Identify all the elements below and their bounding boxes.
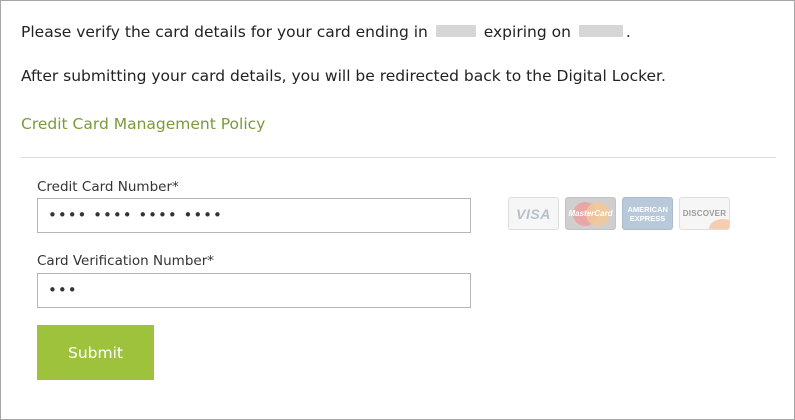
card-number-input[interactable]: •••• •••• •••• •••• bbox=[37, 198, 471, 233]
accepted-cards: VISA MasterCard AMERICAN EXPRESS DISCOVE… bbox=[508, 197, 730, 230]
visa-logo-text: VISA bbox=[516, 205, 551, 222]
discover-logo-icon: DISCOVER bbox=[679, 197, 730, 230]
payment-dialog: Please verify the card details for your … bbox=[0, 0, 795, 420]
cvv-label: Card Verification Number* bbox=[37, 253, 214, 269]
mastercard-logo-text: MasterCard bbox=[568, 209, 613, 218]
verify-prefix: Please verify the card details for your … bbox=[21, 23, 428, 41]
card-number-label: Credit Card Number* bbox=[37, 179, 179, 195]
amex-logo-text: AMERICAN EXPRESS bbox=[627, 204, 668, 223]
divider bbox=[21, 157, 776, 158]
submit-button[interactable]: Submit bbox=[37, 325, 154, 380]
verify-suffix: . bbox=[625, 23, 631, 41]
cvv-input[interactable]: ••• bbox=[37, 273, 471, 308]
amex-logo-icon: AMERICAN EXPRESS bbox=[622, 197, 673, 230]
mastercard-logo-icon: MasterCard bbox=[565, 197, 616, 230]
verify-card-text: Please verify the card details for your … bbox=[21, 23, 631, 41]
policy-link[interactable]: Credit Card Management Policy bbox=[21, 115, 265, 133]
redacted-card-last-digits bbox=[435, 24, 476, 37]
redacted-expiry-date bbox=[578, 24, 623, 37]
verify-middle: expiring on bbox=[483, 23, 571, 41]
visa-logo-icon: VISA bbox=[508, 197, 559, 230]
discover-logo-text: DISCOVER bbox=[682, 209, 727, 218]
redirect-notice: After submitting your card details, you … bbox=[21, 67, 666, 85]
discover-corner-shape bbox=[709, 219, 729, 229]
